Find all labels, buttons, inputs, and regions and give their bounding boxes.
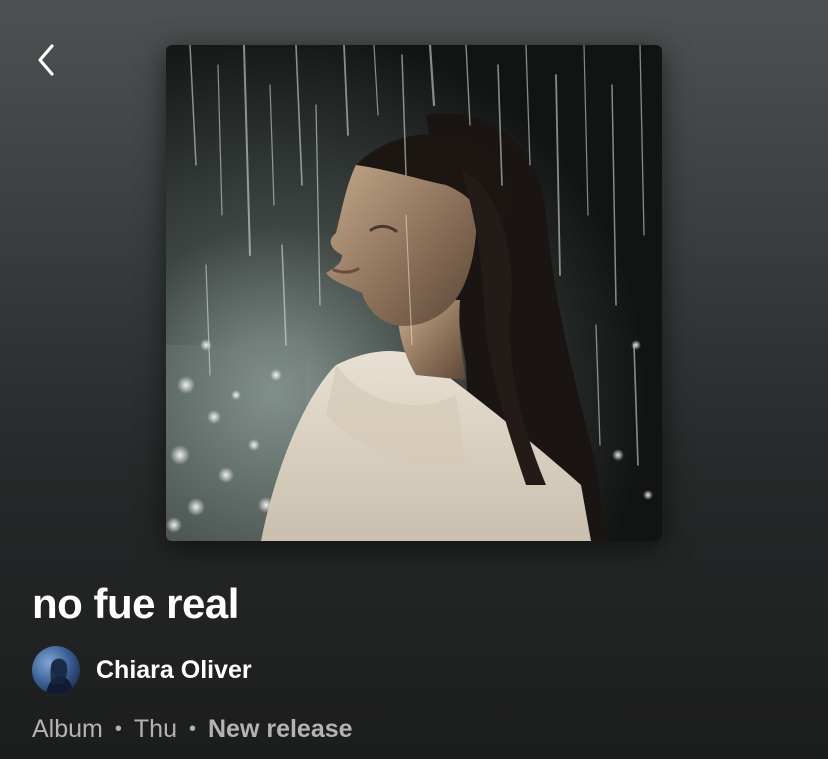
album-meta: Album • Thu • New release xyxy=(32,712,353,746)
album-cover-image xyxy=(166,45,662,541)
artist-link[interactable]: Chiara Oliver xyxy=(32,646,252,694)
album-type: Album xyxy=(32,714,103,743)
artist-avatar[interactable] xyxy=(32,646,80,694)
separator-dot: • xyxy=(188,717,196,740)
artist-name[interactable]: Chiara Oliver xyxy=(96,656,252,685)
album-title: no fue real xyxy=(32,580,239,627)
separator-dot: • xyxy=(114,717,122,740)
chevron-left-icon xyxy=(38,44,54,76)
new-release-badge: New release xyxy=(208,714,353,743)
release-day: Thu xyxy=(133,714,177,743)
back-button[interactable] xyxy=(24,38,68,82)
